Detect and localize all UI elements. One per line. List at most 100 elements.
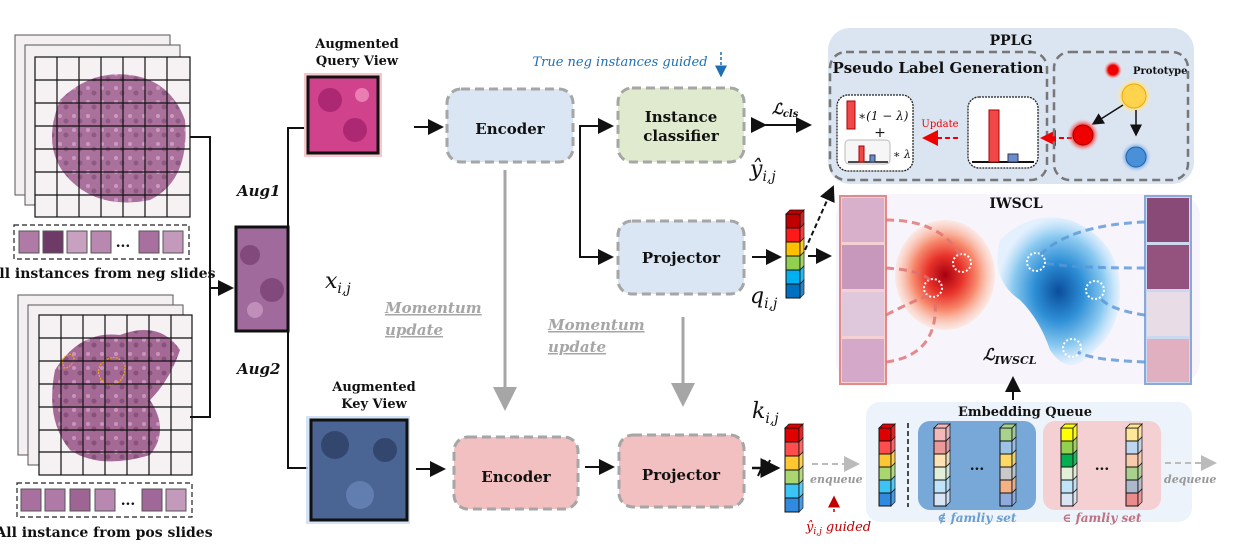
neg-ellipsis: ... [116,235,131,251]
formula-plus: + [874,125,886,141]
q-to-pplg-arrow [804,185,835,251]
vector-cell [784,441,800,457]
query-encoder-label: Encoder [475,120,546,138]
vector-cell [878,466,892,481]
momentum-update-1-line1: Momentum [384,299,482,317]
formula-bottom: ∗ λ [893,148,911,161]
vector-cell [933,466,947,481]
input-label: xi,j [325,269,351,297]
vector-cell [999,427,1013,442]
vector-cell [999,466,1013,481]
not-family-vector-b [999,423,1017,507]
q-embedding-vector [785,209,805,299]
embedding-queue-title: Embedding Queue [958,405,1092,420]
momentum-update-2-line2: update [548,338,606,356]
vector-cell [1125,440,1139,455]
pos-patch-column [839,195,887,385]
vector-cell [785,283,801,299]
classifier-label-1: Instance [645,108,718,126]
neg-instances-strip [13,224,190,260]
true-neg-guided-note: True neg instances guided [532,55,707,70]
pos-instances-strip [16,482,193,518]
vector-cell [999,492,1013,507]
vector-cell [1060,453,1074,468]
k-label: ki,j [752,399,779,427]
not-family-label: ∉ famliy set [938,511,1017,525]
neg-slide-stack [14,34,191,218]
aug2-label: Aug2 [235,360,280,378]
vector-cell [1125,466,1139,481]
pplg-title: PPLG [990,33,1033,49]
query-projector-label: Projector [642,249,721,267]
vector-cell [785,213,801,229]
vector-cell [784,497,800,513]
query-view-title-1: Augmented [314,37,398,52]
vector-cell [1060,492,1074,507]
iwscl-title: IWSCL [989,196,1043,212]
cls-loss-label: ℒcls [772,100,799,120]
pos-slides-caption: All instance from pos slides [0,525,213,541]
pos-density-cluster [895,220,995,330]
dequeue-label: dequeue [1164,473,1216,486]
plg-title: Pseudo Label Generation [832,59,1043,77]
neg-slides-caption: All instances from neg slides [0,266,216,282]
vector-cell [784,455,800,471]
queue-first-vector [878,423,896,507]
vector-cell [1125,479,1139,494]
aug1-connector [287,127,306,227]
vector-cell [785,255,801,271]
query-view-patch [306,75,380,155]
aug1-label: Aug1 [235,182,280,200]
vector-cell [999,440,1013,455]
vector-cell [785,269,801,285]
vector-cell [784,427,800,443]
vector-cell [878,427,892,442]
vector-cell [785,241,801,257]
aug2-connector [287,331,308,469]
query-view-title-2: Query View [316,54,399,69]
pseudo-label-guided-label: ŷi,j guided [805,520,871,537]
vector-cell [1060,479,1074,494]
vector-cell [785,227,801,243]
not-family-ellipsis: ... [970,458,985,474]
neg-patch-column [1144,195,1192,385]
vector-cell [878,479,892,494]
in-family-vector-a [1060,423,1078,507]
vector-cell [933,492,947,507]
pos-ellipsis: ... [121,493,136,509]
key-view-title-1: Augmented [331,380,415,395]
pos-slide-stack [17,294,193,476]
vector-cell [784,469,800,485]
k-embedding-vector [784,423,804,513]
prototype-label: Prototype [1133,66,1188,77]
key-projector-label: Projector [642,466,721,484]
vector-cell [933,427,947,442]
q-label: qi,j [750,284,778,312]
prototype-label-box [967,96,1039,169]
vector-cell [1060,466,1074,481]
vector-cell [1060,427,1074,442]
input-patch [234,225,290,333]
in-family-vector-b [1125,423,1143,507]
y-hat-label: ŷi,j [749,157,776,185]
in-family-ellipsis: ... [1095,458,1110,474]
vector-cell [999,479,1013,494]
vector-cell [1125,453,1139,468]
momentum-update-1-line2: update [385,321,443,339]
vector-cell [933,479,947,494]
vector-cell [1125,492,1139,507]
vector-cell [878,453,892,468]
vector-cell [784,483,800,499]
vector-cell [999,453,1013,468]
formula-top: ∗(1 − λ) [858,109,909,123]
key-encoder-label: Encoder [481,468,552,486]
framework-diagram: ... All instances from neg slides ... Al… [0,28,1217,541]
vector-cell [878,492,892,507]
vector-cell [1125,427,1139,442]
in-family-label: ∈ famliy set [1063,511,1142,525]
momentum-update-2-line1: Momentum [547,316,645,334]
vector-cell [878,440,892,455]
update-label: Update [921,119,958,130]
key-view-title-2: Key View [341,397,407,412]
vector-cell [933,453,947,468]
